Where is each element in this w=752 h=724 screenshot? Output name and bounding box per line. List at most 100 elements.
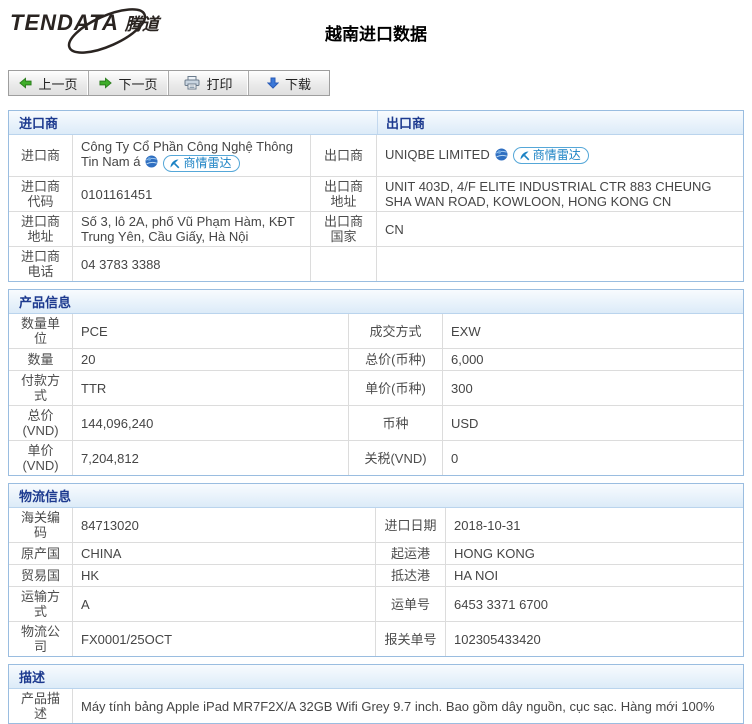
field-label: 总价(币种) (349, 349, 443, 371)
table-row: 进口商电话 04 3783 3388 (9, 247, 743, 281)
logo-text: TENDATA (10, 10, 119, 35)
globe-icon[interactable] (145, 155, 158, 168)
arrow-down-icon (267, 77, 279, 89)
field-label: 出口商 (311, 135, 377, 177)
next-page-button[interactable]: 下一页 (89, 71, 169, 95)
page-header: TENDATA腾道 越南进口数据 (0, 0, 752, 68)
table-row: 进口商代码 0101161451 出口商地址 UNIT 403D, 4/F EL… (9, 177, 743, 212)
field-label: 出口商国家 (311, 212, 377, 247)
description-header: 描述 (9, 665, 743, 689)
prev-page-button[interactable]: 上一页 (9, 71, 89, 95)
field-label: 单价(VND) (9, 441, 73, 475)
logistics-info-header: 物流信息 (9, 484, 743, 508)
field-label: 进口商 (9, 135, 73, 177)
field-label (311, 247, 377, 281)
field-label: 产品描述 (9, 689, 73, 723)
field-label: 抵达港 (376, 565, 446, 587)
exporter-name-cell: UNIQBE LIMITED商情雷达 (377, 135, 743, 177)
prev-page-label: 上一页 (38, 74, 77, 93)
description-table: 产品描述 Máy tính bảng Apple iPad MR7F2X/A 3… (9, 689, 743, 723)
quantity-unit: PCE (73, 314, 349, 349)
payment-method: TTR (73, 371, 349, 406)
field-label: 成交方式 (349, 314, 443, 349)
field-label: 运单号 (376, 587, 446, 622)
transport-mode: A (73, 587, 376, 622)
field-label: 进口商地址 (9, 212, 73, 247)
customs-declaration-number: 102305433420 (446, 622, 743, 656)
table-row: 单价(VND) 7,204,812 关税(VND) 0 (9, 441, 743, 475)
importer-exporter-table: 进口商 Công Ty Cổ Phần Công Nghệ Thông Tin … (9, 135, 743, 281)
toolbar: 上一页 下一页 打印 下载 (8, 70, 330, 96)
printer-icon (184, 76, 200, 90)
product-description: Máy tính bảng Apple iPad MR7F2X/A 32GB W… (73, 689, 743, 723)
table-row: 总价(VND) 144,096,240 币种 USD (9, 406, 743, 441)
next-page-label: 下一页 (118, 74, 157, 93)
total-price-currency: 6,000 (443, 349, 743, 371)
tariff-vnd: 0 (443, 441, 743, 475)
business-radar-badge[interactable]: 商情雷达 (513, 147, 589, 164)
business-radar-badge[interactable]: 商情雷达 (163, 155, 239, 172)
trade-terms: EXW (443, 314, 743, 349)
table-row: 数量单位 PCE 成交方式 EXW (9, 314, 743, 349)
importer-exporter-section: 进口商 出口商 进口商 Công Ty Cổ Phần Công Nghệ Th… (8, 110, 744, 282)
departure-port: HONG KONG (446, 543, 743, 565)
radar-dish-icon (169, 158, 180, 169)
unit-price-vnd: 7,204,812 (73, 441, 349, 475)
field-label: 海关编码 (9, 508, 73, 543)
importer-phone: 04 3783 3388 (73, 247, 311, 281)
product-info-header: 产品信息 (9, 290, 743, 314)
globe-icon[interactable] (495, 148, 508, 161)
field-label: 币种 (349, 406, 443, 441)
empty-cell (377, 247, 743, 281)
field-label: 进口商代码 (9, 177, 73, 212)
vietnam-import-detail-page: TENDATA腾道 越南进口数据 上一页 下一页 (0, 0, 752, 724)
field-label: 数量 (9, 349, 73, 371)
hs-code: 84713020 (73, 508, 376, 543)
importer-code: 0101161451 (73, 177, 311, 212)
table-row: 进口商 Công Ty Cổ Phần Công Nghệ Thông Tin … (9, 135, 743, 177)
field-label: 付款方式 (9, 371, 73, 406)
arrival-port: HA NOI (446, 565, 743, 587)
field-label: 起运港 (376, 543, 446, 565)
table-row: 进口商地址 Số 3, lô 2A, phố Vũ Phạm Hàm, KĐT … (9, 212, 743, 247)
field-label: 贸易国 (9, 565, 73, 587)
importer-section-title: 进口商 (9, 113, 377, 132)
waybill-number: 6453 3371 6700 (446, 587, 743, 622)
description-section: 描述 产品描述 Máy tính bảng Apple iPad MR7F2X/… (8, 664, 744, 724)
business-radar-label: 商情雷达 (183, 156, 231, 171)
importer-name-cell: Công Ty Cổ Phần Công Nghệ Thông Tin Nam … (73, 135, 311, 177)
table-row: 海关编码 84713020 进口日期 2018-10-31 (9, 508, 743, 543)
table-row: 数量 20 总价(币种) 6,000 (9, 349, 743, 371)
table-row: 运输方式 A 运单号 6453 3371 6700 (9, 587, 743, 622)
download-button[interactable]: 下载 (249, 71, 329, 95)
product-info-table: 数量单位 PCE 成交方式 EXW 数量 20 总价(币种) 6,000 付款方… (9, 314, 743, 475)
print-button[interactable]: 打印 (169, 71, 249, 95)
table-row: 物流公司 FX0001/25OCT 报关单号 102305433420 (9, 622, 743, 656)
field-label: 数量单位 (9, 314, 73, 349)
quantity: 20 (73, 349, 349, 371)
importer-exporter-header: 进口商 出口商 (9, 111, 743, 135)
logistics-info-table: 海关编码 84713020 进口日期 2018-10-31 原产国 CHINA … (9, 508, 743, 656)
print-label: 打印 (206, 74, 232, 93)
currency: USD (443, 406, 743, 441)
business-radar-label: 商情雷达 (533, 148, 581, 163)
exporter-country: CN (377, 212, 743, 247)
unit-price-currency: 300 (443, 371, 743, 406)
importer-address: Số 3, lô 2A, phố Vũ Phạm Hàm, KĐT Trung … (73, 212, 311, 247)
radar-dish-icon (519, 150, 530, 161)
logistics-info-section: 物流信息 海关编码 84713020 进口日期 2018-10-31 原产国 C… (8, 483, 744, 657)
field-label: 出口商地址 (311, 177, 377, 212)
field-label: 报关单号 (376, 622, 446, 656)
logistics-company: FX0001/25OCT (73, 622, 376, 656)
field-label: 进口日期 (376, 508, 446, 543)
trade-country: HK (73, 565, 376, 587)
download-label: 下载 (285, 74, 311, 93)
import-date: 2018-10-31 (446, 508, 743, 543)
table-row: 贸易国 HK 抵达港 HA NOI (9, 565, 743, 587)
field-label: 物流公司 (9, 622, 73, 656)
field-label: 运输方式 (9, 587, 73, 622)
arrow-right-icon (99, 77, 112, 89)
field-label: 关税(VND) (349, 441, 443, 475)
table-row: 付款方式 TTR 单价(币种) 300 (9, 371, 743, 406)
product-info-section: 产品信息 数量单位 PCE 成交方式 EXW 数量 20 总价(币种) 6,00… (8, 289, 744, 476)
